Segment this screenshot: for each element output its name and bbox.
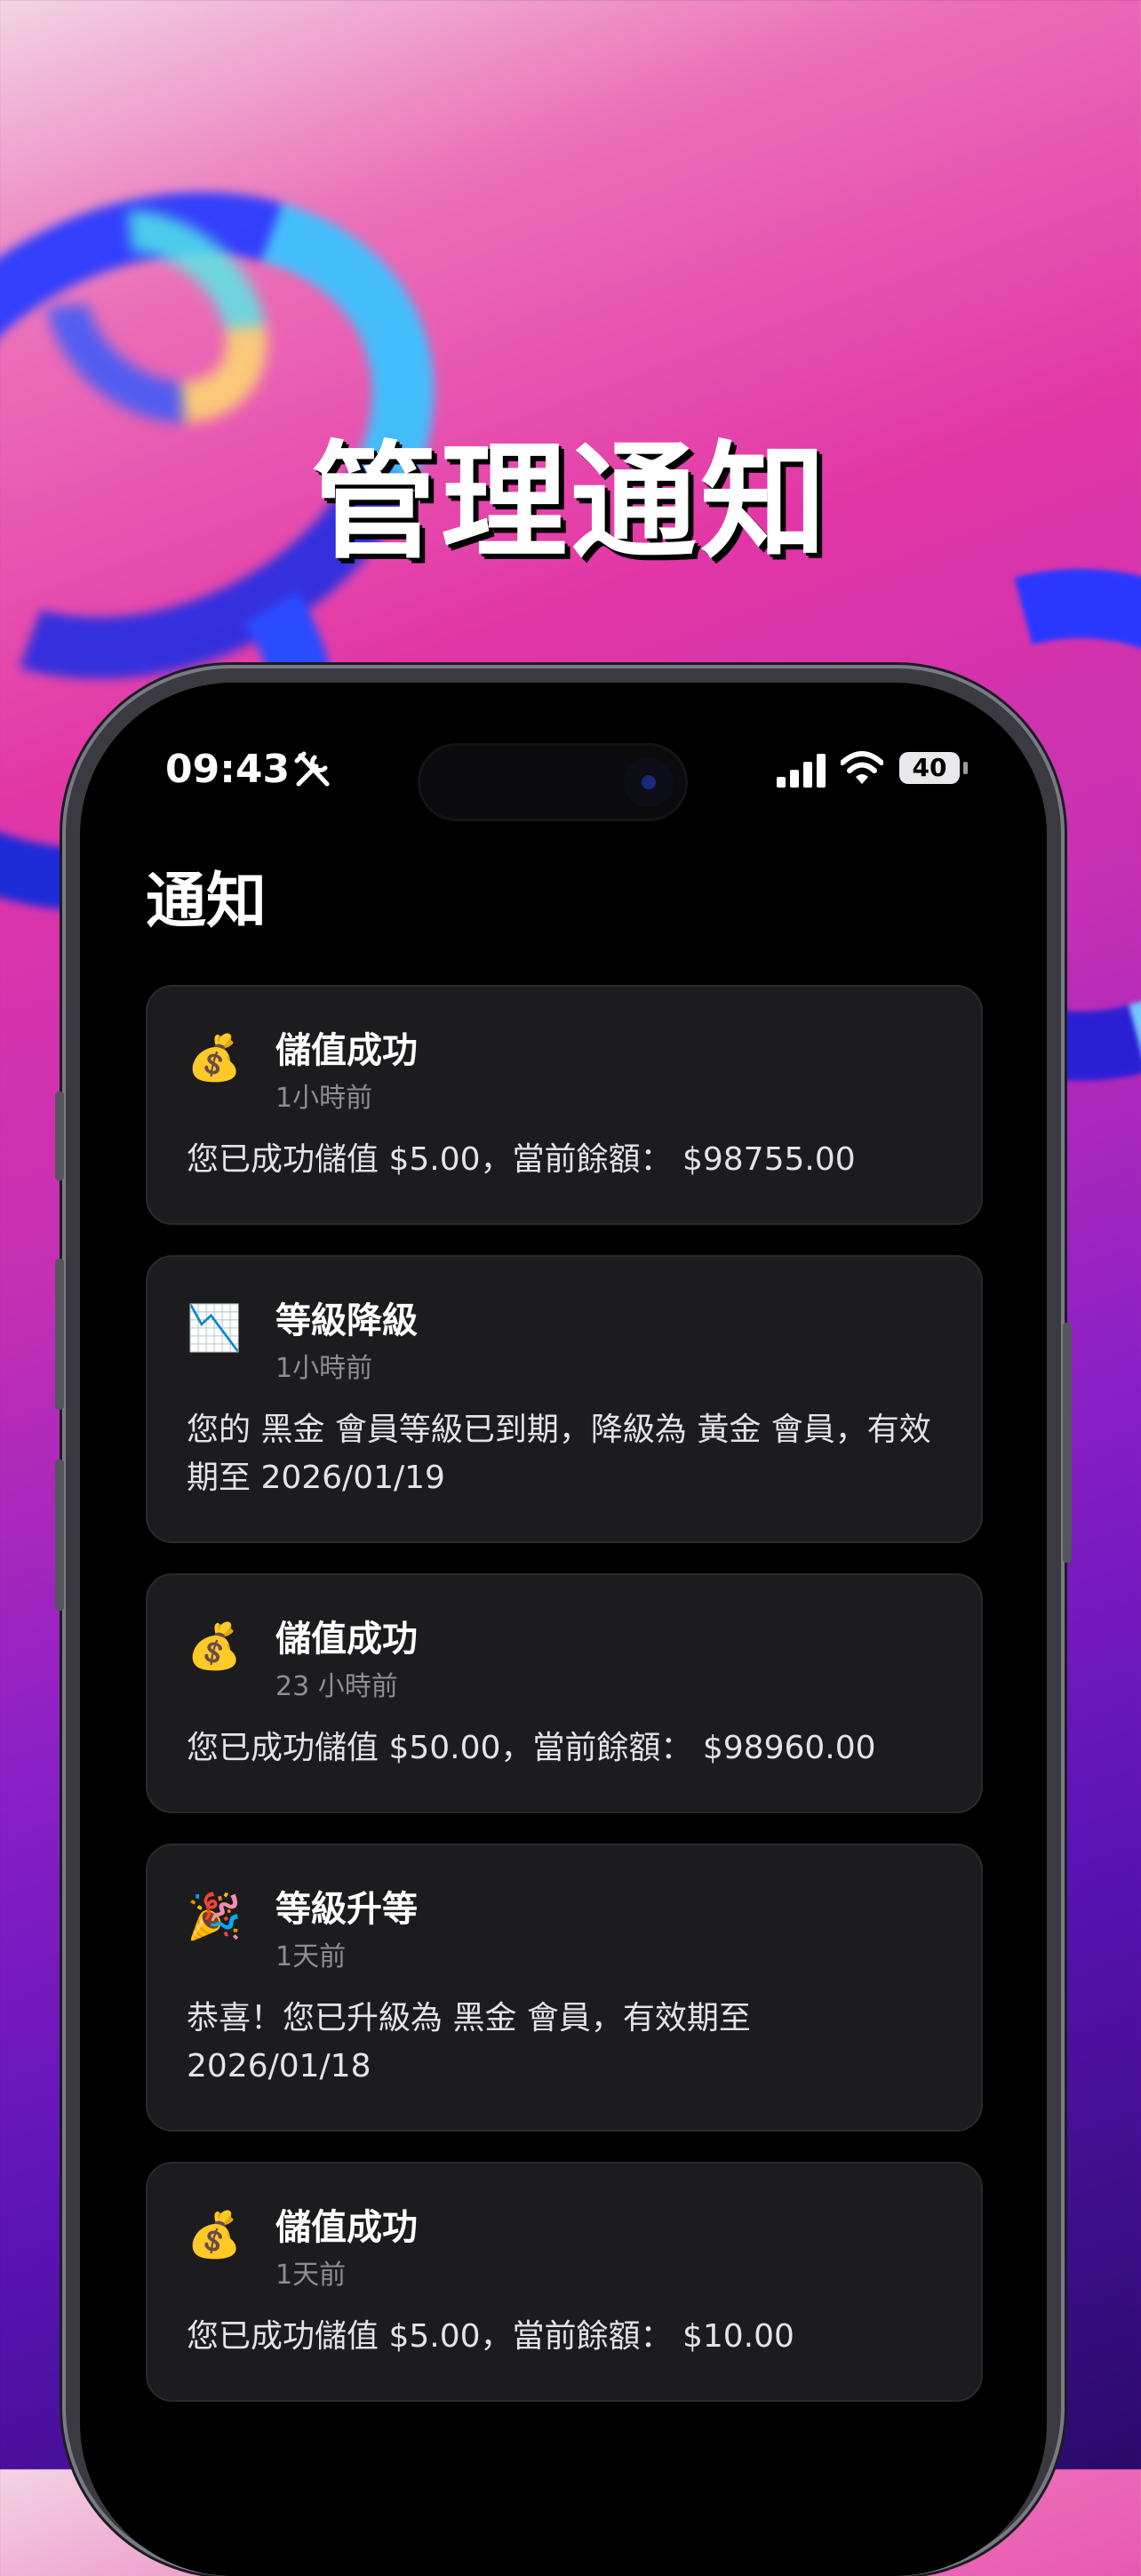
notification-card[interactable]: 💰 儲值成功 1天前您已成功儲值 $5.00，當前餘額： $10.00 — [146, 2162, 983, 2402]
volume-up-button — [55, 1259, 64, 1410]
notification-card[interactable]: 💰 儲值成功 23 小時前您已成功儲值 $50.00，當前餘額： $98960.00 — [146, 1573, 983, 1813]
page-title: 通知 — [146, 867, 267, 937]
cellular-signal-icon — [777, 754, 826, 788]
wifi-icon — [841, 751, 883, 784]
notification-time: 1天前 — [275, 2260, 347, 2291]
volume-down-button — [55, 1460, 64, 1611]
money-bag-icon: 💰 — [187, 1032, 243, 1084]
tools-icon — [294, 751, 330, 787]
power-button — [1063, 1323, 1072, 1563]
notification-message: 恭喜！您已升級為 黑金 會員，有效期至 2026/01/18 — [187, 2000, 751, 2084]
chart-decreasing-icon: 📉 — [187, 1302, 243, 1354]
notification-time: 1小時前 — [275, 1083, 373, 1114]
status-bar: 09:43 40 — [80, 743, 1047, 821]
notification-message: 您的 黑金 會員等級已到期，降級為 黃金 會員，有效期至 2026/01/19 — [187, 1412, 931, 1496]
party-popper-icon: 🎉 — [187, 1891, 243, 1942]
battery-cap — [963, 762, 968, 774]
money-bag-icon: 💰 — [187, 1620, 243, 1672]
status-time: 09:43 — [165, 747, 291, 792]
phone-screen: 09:43 40 通知 💰 儲值成功 1小時前 您已成功儲值 $5.00，當前餘… — [80, 683, 1047, 2576]
notification-card[interactable]: 💰 儲值成功 1小時前您已成功儲值 $5.00，當前餘額： $98755.00 — [146, 985, 983, 1225]
action-button — [55, 1092, 64, 1180]
notification-list: 💰 儲值成功 1小時前 您已成功儲值 $5.00，當前餘額： $98755.00 📉 等級… — [146, 985, 983, 2432]
phone-frame: 09:43 40 通知 💰 儲值成功 1小時前 您已成功儲值 $5.00，當前餘… — [55, 665, 1072, 2576]
promo-headline: 管理通知 — [311, 429, 830, 576]
notification-title: 儲值成功 — [275, 2207, 418, 2248]
notification-title: 儲值成功 — [275, 1619, 418, 1660]
notification-title: 儲值成功 — [275, 1030, 418, 1071]
notification-title: 等級降級 — [275, 1300, 418, 1341]
battery-icon: 40 — [899, 752, 960, 784]
notification-card[interactable]: 📉 等級降級 1小時前您的 黑金 會員等級已到期，降級為 黃金 會員，有效期至 20… — [146, 1255, 983, 1543]
notification-time: 1天前 — [275, 1941, 347, 1972]
camera-icon — [624, 757, 674, 807]
notification-card[interactable]: 🎉 等級升等 1天前恭喜！您已升級為 黑金 會員，有效期至 2026/01/18 — [146, 1844, 983, 2132]
notification-message: 您已成功儲值 $5.00，當前餘額： $98755.00 — [187, 1141, 856, 1178]
notification-message: 您已成功儲值 $5.00，當前餘額： $10.00 — [187, 2318, 794, 2355]
notification-message: 您已成功儲值 $50.00，當前餘額： $98960.00 — [187, 1730, 876, 1766]
notification-title: 等級升等 — [275, 1889, 418, 1930]
notification-time: 23 小時前 — [275, 1671, 398, 1702]
money-bag-icon: 💰 — [187, 2209, 243, 2260]
notification-time: 1小時前 — [275, 1353, 373, 1384]
